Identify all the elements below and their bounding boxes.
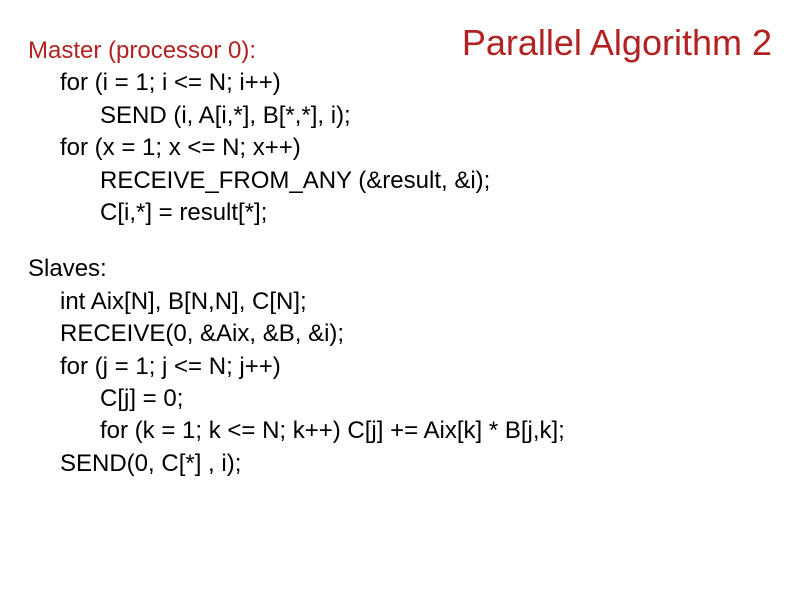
code-line: C[i,*] = result[*]; (28, 197, 770, 229)
slaves-label: Slaves: (28, 253, 770, 285)
slaves-block: Slaves: int Aix[N], B[N,N], C[N]; RECEIV… (28, 253, 770, 480)
code-line: RECEIVE_FROM_ANY (&result, &i); (28, 165, 770, 197)
code-line: SEND (i, A[i,*], B[*,*], i); (28, 100, 770, 132)
code-line: for (i = 1; i <= N; i++) (28, 67, 770, 99)
master-block: Master (processor 0): for (i = 1; i <= N… (28, 35, 770, 229)
code-line: int Aix[N], B[N,N], C[N]; (28, 286, 770, 318)
master-label: Master (processor 0): (28, 37, 256, 64)
code-line: SEND(0, C[*] , i); (28, 448, 770, 480)
code-line: for (j = 1; j <= N; j++) (28, 351, 770, 383)
code-line: for (x = 1; x <= N; x++) (28, 132, 770, 164)
code-line: for (k = 1; k <= N; k++) C[j] += Aix[k] … (28, 415, 770, 447)
slide-body: Master (processor 0): for (i = 1; i <= N… (28, 35, 770, 480)
code-line: C[j] = 0; (28, 383, 770, 415)
code-line: RECEIVE(0, &Aix, &B, &i); (28, 318, 770, 350)
